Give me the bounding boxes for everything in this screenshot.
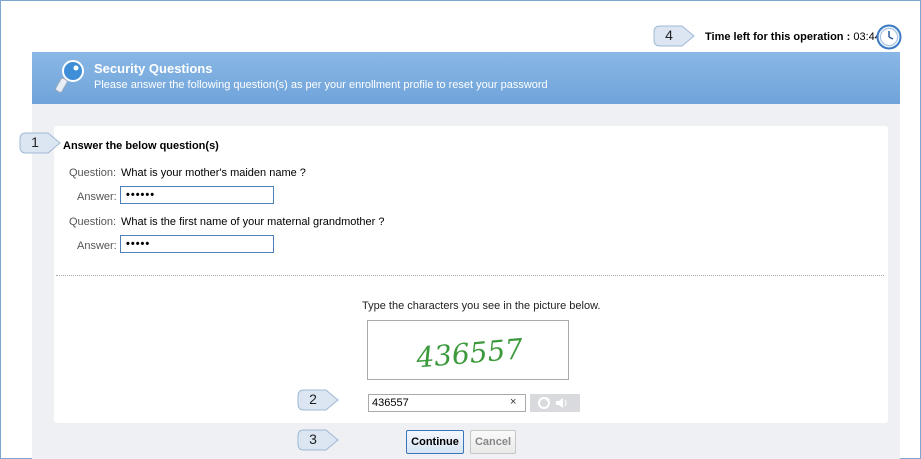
- captcha-tools-graphic: [538, 397, 567, 409]
- question-label: Question:: [69, 216, 117, 228]
- captcha-image-graphic: 436557: [414, 332, 525, 374]
- audio-icon[interactable]: [556, 398, 567, 408]
- key-icon: [55, 60, 84, 93]
- security-questions-header: Security Questions Please answer the fol…: [32, 52, 900, 104]
- captcha-hint: Type the characters you see in the pictu…: [362, 300, 601, 312]
- callout-1-number: 1: [31, 134, 39, 150]
- callout-4-number: 4: [665, 27, 673, 43]
- callout-2: 2: [296, 388, 340, 412]
- captcha-input[interactable]: 436557: [368, 394, 526, 412]
- callout-4: 4: [652, 24, 696, 48]
- callout-1: 1: [18, 131, 62, 155]
- answer-1-field[interactable]: ••••••: [120, 186, 274, 204]
- callout-3: 3: [296, 428, 340, 452]
- answer-2-field[interactable]: •••••: [120, 235, 274, 253]
- answer-label: Answer:: [77, 240, 117, 252]
- question-2-text: What is the first name of your maternal …: [121, 216, 385, 228]
- callout-2-number: 2: [309, 391, 317, 407]
- divider: [56, 275, 884, 276]
- form-title: Answer the below question(s): [63, 140, 219, 152]
- question-label: Question:: [69, 167, 117, 179]
- question-1-text: What is your mother's maiden name ?: [121, 167, 306, 179]
- captcha-image: 436557: [367, 320, 569, 380]
- refresh-icon[interactable]: [538, 397, 550, 409]
- callout-3-number: 3: [309, 431, 317, 447]
- answer-label: Answer:: [77, 191, 117, 203]
- timer-label: Time left for this operation :: [705, 31, 851, 43]
- clock-icon: [876, 24, 902, 50]
- page-title: Security Questions: [94, 61, 213, 76]
- captcha-text: 436557: [414, 332, 525, 374]
- page-subtitle: Please answer the following question(s) …: [94, 79, 548, 91]
- timer: Time left for this operation : 03:44: [705, 31, 881, 43]
- clear-icon[interactable]: ×: [510, 396, 516, 408]
- captcha-tools: [530, 394, 580, 412]
- cancel-button[interactable]: Cancel: [470, 430, 516, 454]
- continue-button[interactable]: Continue: [406, 430, 464, 454]
